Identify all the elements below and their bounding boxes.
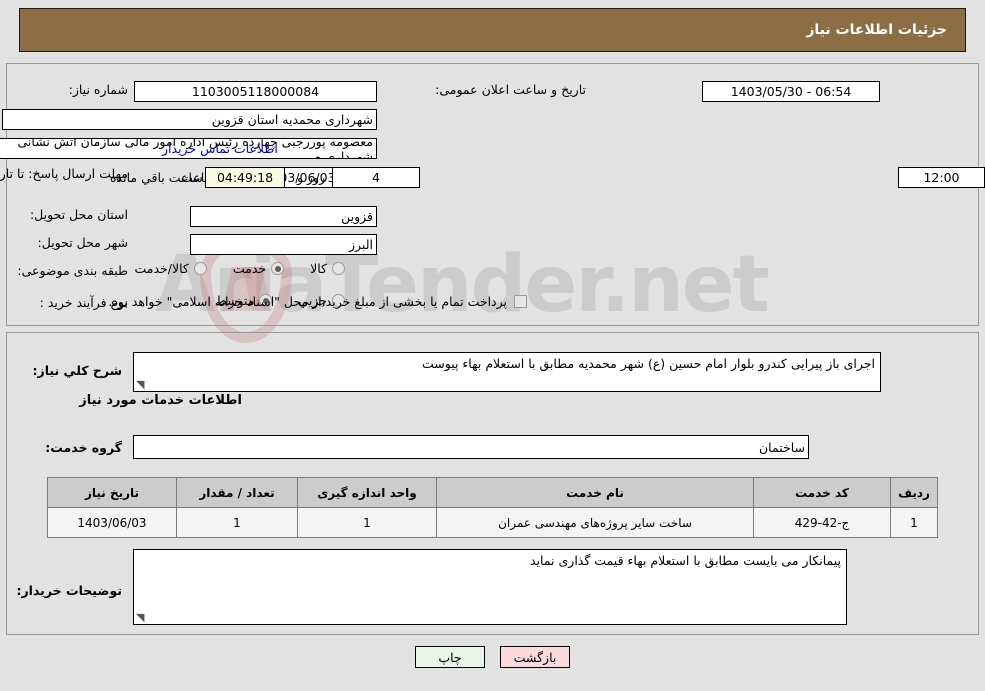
col-service-name: نام خدمت [436,477,754,508]
services-section-heading: اطلاعات خدمات مورد نیاز [79,393,242,408]
cell-row-no: 1 [890,507,938,538]
print-button[interactable]: چاپ [415,646,485,668]
need-number-value: 1103005118000084 [134,81,377,102]
buyer-contact-link[interactable]: اطلاعات تماس خریدار [162,141,278,156]
remaining-clock-value: 04:49:18 [205,167,285,188]
service-group-label: گروه خدمت: [45,440,122,455]
button-bar: بازگشت چاپ [0,646,985,668]
cell-quantity: 1 [176,507,298,538]
cell-unit: 1 [297,507,437,538]
treasury-text: پرداخت تمام یا بخشی از مبلغ خرید،از محل … [108,294,507,309]
col-unit: واحد اندازه گیری [297,477,437,508]
public-announce-value: 06:54 - 1403/05/30 [702,81,880,102]
deadline-label: مهلت ارسال پاسخ: تا تاریخ: [0,166,128,181]
description-value: اجرای باز پیرایی کندرو بلوار امام حسین (… [421,356,875,371]
deadline-time-value: 12:00 [898,167,985,188]
cell-service-code: ج-42-429 [753,507,891,538]
category-option-kala-khedmat[interactable]: کالا/خدمت [134,261,207,276]
resize-grip-icon[interactable]: ◥ [136,379,146,390]
radio-kala-khedmat-icon[interactable] [193,262,207,275]
description-label: شرح کلي نیاز: [32,363,122,378]
buyer-org-value: شهرداری محمدیه استان قزوین [2,109,377,130]
page-title-bar: جزئیات اطلاعات نیاز [19,8,966,52]
province-label: استان محل تحویل: [29,207,128,222]
col-need-date: تاریخ نیاز [47,477,177,508]
col-quantity: تعداد / مقدار [176,477,298,508]
checkbox-treasury-icon[interactable] [514,295,527,308]
category-option-kala[interactable]: کالا [310,261,345,276]
treasury-option[interactable]: پرداخت تمام یا بخشی از مبلغ خرید،از محل … [108,294,527,309]
table-row: 1 ج-42-429 ساخت سایر پروژه‌های مهندسی عم… [47,507,938,538]
service-group-value[interactable]: ساختمان [133,435,809,459]
province-value: قزوین [190,206,377,227]
category-option-khedmat-label: خدمت [232,261,267,276]
public-announce-label: تاریخ و ساعت اعلان عمومی: [435,82,586,97]
category-option-kala-khedmat-label: کالا/خدمت [134,261,189,276]
city-label: شهر محل تحویل: [37,235,128,250]
services-table: ردیف کد خدمت نام خدمت واحد اندازه گیری ت… [47,477,938,538]
resize-grip-icon-2[interactable]: ◥ [136,612,146,623]
remaining-days-value: 4 [332,167,420,188]
need-number-label: شماره نیاز: [68,82,128,97]
col-row-no: ردیف [890,477,938,508]
cell-need-date: 1403/06/03 [47,507,177,538]
buyer-notes-label: توضیحات خریدار: [16,583,122,598]
need-number-row: شماره نیاز: [69,82,128,97]
category-option-kala-label: کالا [310,261,327,276]
table-header-row: ردیف کد خدمت نام خدمت واحد اندازه گیری ت… [47,477,938,508]
city-value: البرز [190,234,377,255]
page-title: جزئیات اطلاعات نیاز [806,22,947,38]
col-service-code: کد خدمت [753,477,891,508]
need-info-panel [6,63,979,326]
buyer-notes-textarea[interactable]: پیمانکار می بایست مطابق با استعلام بهاء … [133,549,847,625]
cell-service-name: ساخت سایر پروژه‌های مهندسی عمران [436,507,754,538]
description-textarea[interactable]: اجرای باز پیرایی کندرو بلوار امام حسین (… [133,352,881,392]
province-row: استان محل تحویل: [30,207,128,222]
category-option-khedmat[interactable]: خدمت [232,261,285,276]
radio-kala-icon[interactable] [332,262,345,275]
remaining-suffix-label: ساعت باقي مانده [110,170,203,185]
buyer-notes-value: پیمانکار می بایست مطابق با استعلام بهاء … [529,553,841,568]
public-announce-row: تاریخ و ساعت اعلان عمومی: [435,82,586,97]
back-button[interactable]: بازگشت [500,646,570,668]
remaining-days-label: روز و [297,170,326,185]
category-options: کالا خدمت کالا/خدمت [108,261,345,276]
radio-khedmat-icon[interactable] [271,262,285,275]
city-row: شهر محل تحویل: [38,235,128,250]
